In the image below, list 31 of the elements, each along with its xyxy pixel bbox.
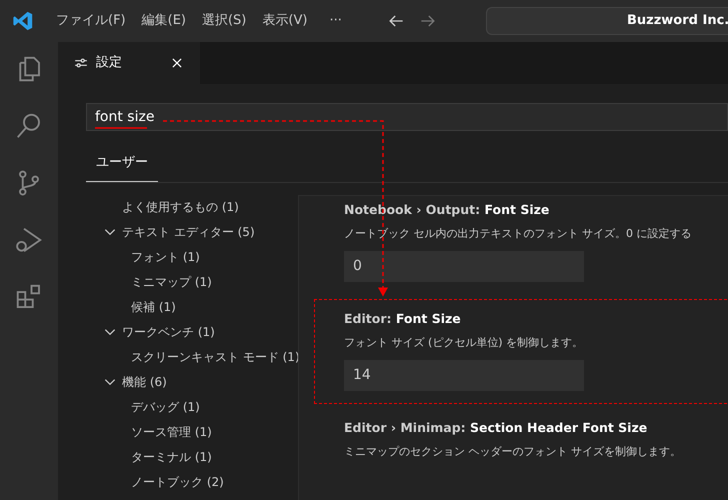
setting-description: ミニマップのセクション ヘッダーのフォント サイズを制御します。 <box>344 444 682 460</box>
number-field[interactable]: 14 <box>344 360 584 390</box>
app-logo-icon[interactable] <box>12 10 34 32</box>
toc-item[interactable]: 候補 (1) <box>58 294 298 320</box>
toc-item[interactable]: ノートブック (2) <box>58 470 298 494</box>
menu-item[interactable]: 選択(S) <box>194 11 254 31</box>
setting-title: Editor › Minimap: Section Header Font Size <box>344 418 648 437</box>
run-debug-icon[interactable] <box>14 225 44 255</box>
toc-item[interactable]: ミニマップ (1) <box>58 270 298 294</box>
menu-item[interactable]: 編集(E) <box>134 11 194 31</box>
setting-title: Editor: Font Size <box>344 310 462 328</box>
scope-tab[interactable]: ユーザー <box>86 147 158 182</box>
settings-sliders-icon <box>74 56 88 70</box>
menu-item[interactable]: 表示(V) <box>254 11 316 31</box>
more-menu[interactable]: ··· <box>321 11 350 31</box>
toc-item[interactable]: 機能 (6) <box>58 370 298 394</box>
setting-title: Notebook › Output: Font Size <box>344 200 550 219</box>
search-field[interactable]: font size <box>86 103 728 131</box>
toc-item[interactable]: よく使用するもの (1) <box>58 194 298 220</box>
toc-item[interactable]: ソース管理 (1) <box>58 420 298 444</box>
menu-item[interactable]: ファイル(F) <box>48 11 134 31</box>
toc-item[interactable]: ワークベンチ (1) <box>58 320 298 344</box>
toc-item[interactable]: デバッグ (1) <box>58 394 298 420</box>
number-field[interactable]: 0 <box>344 250 584 282</box>
close-icon[interactable] <box>170 56 184 70</box>
setting-description: フォント サイズ (ピクセル単位) を制御します。 <box>344 335 584 351</box>
toc-item[interactable]: フォント (1) <box>58 244 298 270</box>
toc-item[interactable]: テキスト エディター (5) <box>58 220 298 244</box>
command-center[interactable]: Buzzword Inc. <box>486 7 728 35</box>
editor-tab[interactable]: 設定 <box>58 42 200 84</box>
toc-item[interactable]: ターミナル (1) <box>58 444 298 470</box>
